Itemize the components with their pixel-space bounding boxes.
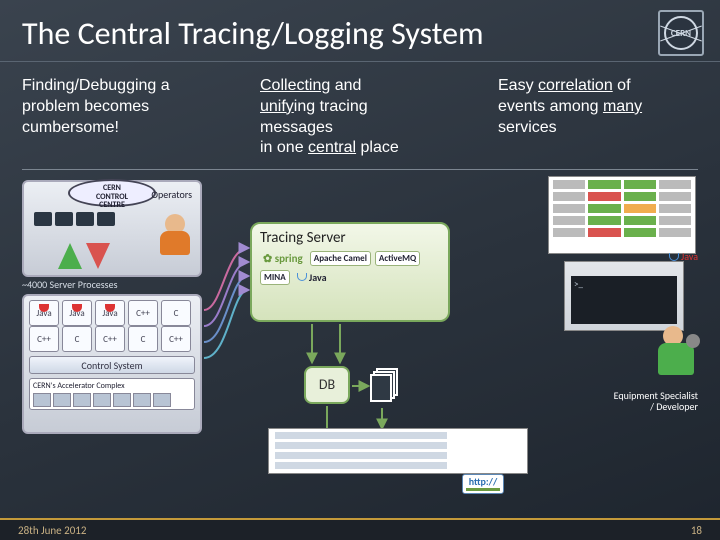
col-correlation: Easy correlation of events among many se…: [498, 76, 698, 159]
server-stack-box: Java Java Java C++ C C++ C C++ C C++ Con…: [22, 294, 202, 434]
cern-badge-icon: CERN: [664, 16, 698, 50]
files-icon: [370, 368, 398, 402]
col-collecting: Collecting and unifying tracing messages…: [260, 76, 460, 159]
control-centre-badge: CERNCONTROLCENTRE: [68, 179, 156, 207]
log-table: [268, 428, 528, 474]
java-icon: Java: [29, 300, 59, 326]
lang-row: Java Java Java C++ C: [24, 300, 200, 326]
operator-icon: [165, 214, 190, 255]
accel-label: CERN's Accelerator Complex: [33, 381, 191, 391]
col1-line: cumbersome!: [22, 118, 222, 139]
java-icon: Java: [95, 300, 125, 326]
cpp-icon: C++: [161, 326, 191, 352]
http-icon: http://: [462, 474, 504, 494]
control-system-bar: Control System: [29, 356, 195, 374]
process-count-label: ~4000 Server Processes: [22, 278, 117, 291]
col1-line: Finding/Debugging a: [22, 76, 222, 97]
arrow-down-icon: [86, 243, 110, 269]
mina-icon: MINA: [260, 270, 290, 285]
col3-line: events among many: [498, 97, 698, 118]
java-icon: Java: [62, 300, 92, 326]
cern-logo: CERN: [658, 10, 704, 56]
footer-page: 18: [691, 524, 702, 537]
accelerator-complex: CERN's Accelerator Complex: [29, 378, 195, 410]
col3-line: Easy correlation of: [498, 76, 698, 97]
db-box: DB: [304, 366, 350, 404]
wrench-icon: [686, 334, 700, 348]
tracing-server-box: Tracing Server spring Apache Camel Activ…: [250, 222, 450, 322]
cpp-icon: C++: [95, 326, 125, 352]
camel-icon: Apache Camel: [310, 251, 371, 266]
developer-label: Equipment Specialist/ Developer: [614, 390, 698, 412]
control-centre-box: CERNCONTROLCENTRE Operators: [22, 180, 202, 277]
developer-icon: [663, 326, 694, 375]
operators-label: Operators: [151, 188, 192, 201]
cpp-icon: C++: [29, 326, 59, 352]
footer-date: 28th June 2012: [18, 524, 86, 537]
terminal-window: >_: [564, 261, 684, 331]
cpp-icon: C++: [128, 300, 158, 326]
intro-columns: Finding/Debugging a problem becomes cumb…: [0, 62, 720, 165]
spring-icon: spring: [260, 251, 306, 266]
footer: 28th June 2012 18: [0, 518, 720, 540]
arrow-up-icon: [58, 243, 82, 269]
c-icon: C: [161, 300, 191, 326]
dashboard-window: [548, 176, 696, 254]
col2-line: unifying tracing: [260, 97, 460, 118]
col3-line: services: [498, 118, 698, 139]
col2-line: messages: [260, 118, 460, 139]
lang-row: C++ C C++ C C++: [24, 326, 200, 352]
c-icon: C: [128, 326, 158, 352]
separator: [22, 169, 698, 170]
monitors-icon: [34, 212, 115, 226]
col2-line: in one central place: [260, 138, 460, 159]
java-icon: Java: [294, 270, 330, 285]
tracing-server-title: Tracing Server: [260, 229, 440, 247]
slide-title: The Central Tracing/Logging System: [0, 0, 720, 62]
activemq-icon: ActiveMQ: [375, 251, 420, 266]
col-problem: Finding/Debugging a problem becomes cumb…: [22, 76, 222, 159]
c-icon: C: [62, 326, 92, 352]
prompt-icon: >_: [571, 276, 677, 293]
diagram: CERNCONTROLCENTRE Operators ~4000 Server…: [22, 176, 698, 496]
col1-line: problem becomes: [22, 97, 222, 118]
col2-line: Collecting and: [260, 76, 460, 97]
